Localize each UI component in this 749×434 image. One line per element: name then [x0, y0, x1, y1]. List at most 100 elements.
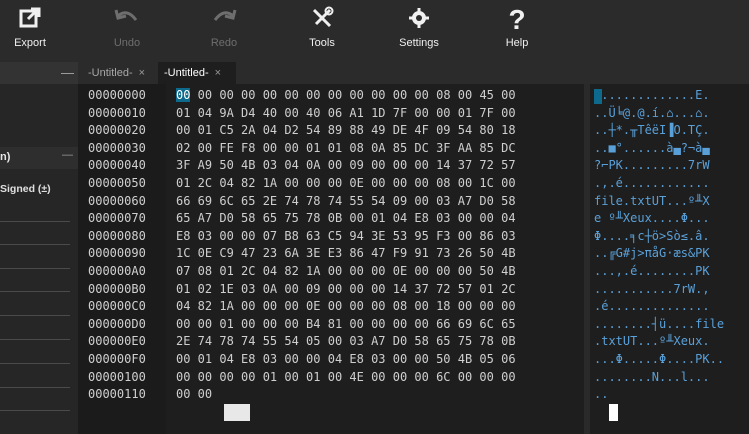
ascii-row[interactable]: Φ....╕c┼ö>Sò≤.â. — [594, 227, 710, 245]
collapse-icon[interactable]: — — [62, 149, 73, 161]
section-title: n) — [0, 151, 11, 163]
row-address: 000000D0 — [88, 316, 146, 331]
ascii-row[interactable]: file.txtUT...º╨X — [594, 192, 710, 210]
row-address: 00000020 — [88, 123, 146, 138]
tools-label: Tools — [309, 37, 335, 49]
export-button[interactable]: Export — [0, 0, 70, 62]
hex-bytes-row[interactable]: E8 03 00 00 07 B8 63 C5 94 3E 53 95 F3 0… — [176, 227, 516, 245]
hex-bytes-row[interactable]: 1C 0E C9 47 23 6A 3E E3 86 47 F9 91 73 2… — [176, 244, 516, 262]
value-field[interactable] — [0, 291, 70, 292]
row-address: 00000010 — [88, 105, 146, 120]
hex-bytes-row[interactable]: 66 69 6C 65 2E 74 78 74 55 54 09 00 03 A… — [176, 192, 516, 210]
svg-text:?: ? — [508, 6, 525, 34]
value-field[interactable] — [0, 363, 70, 364]
ascii-row[interactable]: .txtUT...º╨Xeux. — [594, 332, 710, 350]
inspector-panel: n) — Signed (±) — [0, 84, 78, 434]
value-field[interactable] — [0, 410, 70, 411]
ascii-selection — [594, 89, 602, 104]
row-address: 00000090 — [88, 246, 146, 261]
ascii-row[interactable]: ..╔G#j>πåG·æs&PK — [594, 244, 710, 262]
row-address: 00000030 — [88, 140, 146, 155]
hex-bytes-row[interactable]: 00 01 C5 2A 04 D2 54 89 88 49 DE 4F 09 5… — [176, 121, 516, 139]
ascii-row[interactable]: ..Ü╘@.@.í.⌂...⌂. — [594, 104, 710, 122]
ascii-row[interactable]: ...........7rW., — [594, 280, 710, 298]
value-field[interactable] — [0, 221, 70, 222]
ascii-row[interactable]: ..┼*.╥TêëI▐O.TÇ. — [594, 121, 710, 139]
value-field[interactable] — [0, 244, 70, 245]
ascii-row[interactable]: ..............E. — [594, 86, 710, 104]
hex-bytes-row[interactable]: 65 A7 D0 58 65 75 78 0B 00 01 04 E8 03 0… — [176, 209, 516, 227]
hex-bytes-row[interactable]: 00 00 01 00 00 00 B4 81 00 00 00 00 66 6… — [176, 315, 516, 333]
undo-button[interactable]: Undo — [87, 0, 167, 62]
tab-untitled-2[interactable]: -Untitled- × — [158, 62, 236, 84]
row-address: 000000C0 — [88, 299, 146, 314]
ascii-row[interactable]: ........N...l... — [594, 368, 710, 386]
ascii-cursor[interactable] — [609, 404, 618, 421]
tab-untitled-1[interactable]: -Untitled- × — [82, 62, 160, 84]
ascii-row[interactable]: ...Φ.....Φ....PK.. — [594, 350, 724, 368]
row-address: 00000110 — [88, 387, 146, 402]
tools-button[interactable]: Tools — [282, 0, 362, 62]
hex-bytes-row[interactable]: 07 08 01 2C 04 82 1A 00 00 00 0E 00 00 0… — [176, 262, 516, 280]
hex-bytes-row[interactable]: 01 02 1E 03 0A 00 09 00 00 00 14 37 72 5… — [176, 280, 516, 298]
settings-label: Settings — [399, 37, 439, 49]
value-field[interactable] — [0, 315, 70, 316]
row-address: 000000E0 — [88, 334, 146, 349]
selected-byte[interactable]: 00 — [176, 88, 191, 102]
ascii-row[interactable]: ........┤ü....file — [594, 315, 724, 333]
ascii-row[interactable]: .. — [594, 385, 608, 403]
ascii-row[interactable]: ?⌐PK.........7rW — [594, 156, 710, 174]
ascii-row[interactable]: e º╨Xeux....Φ... — [594, 209, 710, 227]
hex-bytes-row[interactable]: 04 82 1A 00 00 00 0E 00 00 00 08 00 18 0… — [176, 297, 516, 315]
help-label: Help — [505, 37, 529, 49]
hex-bytes-row[interactable]: 00 00 00 00 01 00 01 00 4E 00 00 00 6C 0… — [176, 368, 516, 386]
signed-column-label: Signed (±) — [0, 183, 51, 195]
redo-label: Redo — [210, 37, 238, 49]
hex-bytes-row[interactable]: 01 2C 04 82 1A 00 00 00 0E 00 00 00 08 0… — [176, 174, 516, 192]
tab-close-icon[interactable]: × — [139, 67, 145, 79]
redo-button[interactable]: Redo — [184, 0, 264, 62]
hex-bytes-row[interactable]: 00 01 04 E8 03 00 00 04 E8 03 00 00 50 4… — [176, 350, 516, 368]
export-label: Export — [14, 37, 46, 49]
row-address: 000000F0 — [88, 352, 146, 366]
hex-cursor[interactable] — [224, 404, 250, 421]
row-address: 00000000 — [88, 88, 146, 102]
hex-bytes-row[interactable]: 2E 74 78 74 55 54 05 00 03 A7 D0 58 65 7… — [176, 332, 516, 350]
help-icon: ? — [477, 6, 557, 34]
settings-button[interactable]: Settings — [379, 0, 459, 62]
undo-icon — [87, 6, 167, 34]
row-address: 00000070 — [88, 211, 146, 226]
hex-bytes-row[interactable]: 00 00 — [176, 385, 212, 403]
tab-bar: -Untitled- × -Untitled- × — [0, 62, 749, 84]
row-address: 00000080 — [88, 228, 146, 243]
tab-label: -Untitled- — [164, 67, 209, 79]
hex-bytes-row[interactable]: 02 00 FE F8 00 00 01 01 08 0A 85 DC 3F A… — [176, 139, 516, 157]
gear-icon — [379, 6, 459, 34]
left-panel-tab-stub: — — [0, 62, 78, 84]
help-button[interactable]: ? Help — [477, 0, 557, 62]
tab-close-icon[interactable]: × — [215, 67, 221, 79]
ascii-row[interactable]: .é.............. — [594, 297, 710, 315]
inspector-section-header[interactable]: n) — — [0, 147, 78, 169]
toolbar: Export Undo Redo Tools Settings ? Help — [0, 0, 749, 62]
row-address: 00000050 — [88, 176, 146, 190]
hex-bytes-row[interactable]: 3F A9 50 4B 03 04 0A 00 09 00 00 00 14 3… — [176, 156, 516, 174]
ascii-row[interactable]: ...,.é........PK — [594, 262, 710, 280]
ascii-row[interactable]: ..■°......à▄?¬à▄ — [594, 139, 710, 157]
row-address: 00000060 — [88, 193, 146, 208]
undo-label: Undo — [113, 37, 141, 49]
collapse-icon[interactable]: — — [61, 65, 74, 80]
tab-label: -Untitled- — [88, 67, 133, 79]
ascii-row[interactable]: .,.é............ — [594, 174, 710, 192]
value-field[interactable] — [0, 339, 70, 340]
row-address: 00000100 — [88, 369, 146, 384]
redo-icon — [184, 6, 264, 34]
value-field[interactable] — [0, 387, 70, 388]
value-field[interactable] — [0, 268, 70, 269]
row-address: 000000A0 — [88, 264, 146, 278]
hex-bytes-row[interactable]: 00 00 00 00 00 00 00 00 00 00 00 00 08 0… — [176, 86, 516, 104]
tools-icon — [282, 6, 362, 34]
row-address: 00000040 — [88, 158, 146, 173]
hex-bytes-row[interactable]: 01 04 9A D4 40 00 40 06 A1 1D 7F 00 00 0… — [176, 104, 516, 122]
export-icon — [0, 6, 70, 34]
